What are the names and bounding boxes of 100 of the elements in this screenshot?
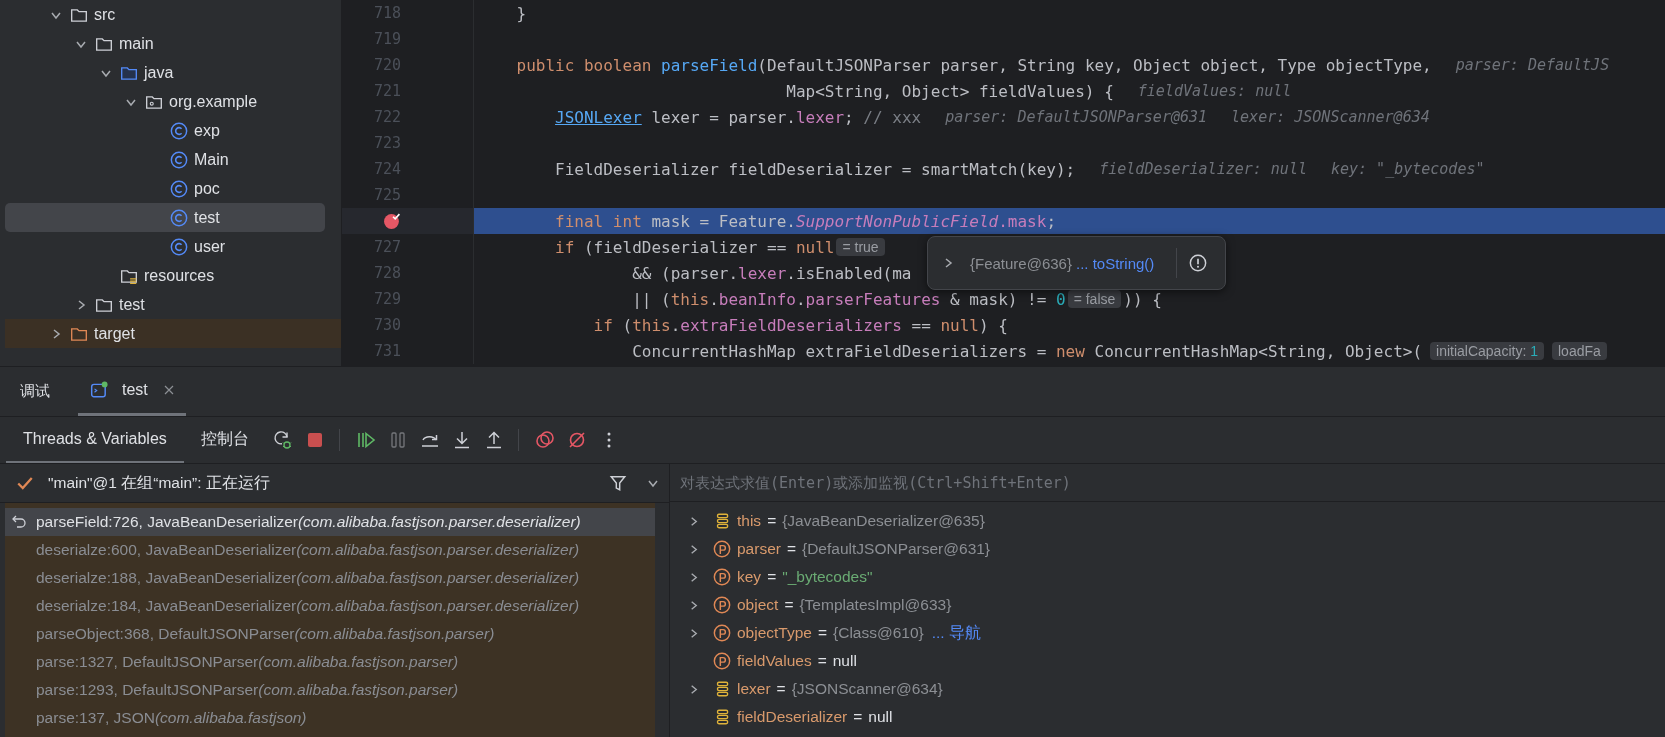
code-text: ConcurrentHashMap extraFieldDeserializers = new ConcurrentHashMap<String, Object>( <box>631 341 1423 361</box>
equals-sign: = <box>817 652 827 670</box>
tree-item[interactable]: Main <box>5 145 325 174</box>
variable-value: {DefaultJSONParser@631} <box>802 540 991 558</box>
inline-hint: fieldValues: null <box>1137 82 1292 100</box>
stack-frame[interactable]: parse:137, JSON(com.alibaba.fastjson) <box>5 704 655 732</box>
class-icon <box>170 208 188 227</box>
tree-item[interactable]: src <box>5 0 325 29</box>
parameter-icon <box>713 652 731 670</box>
panel-tab[interactable]: Threads & Variables <box>6 417 184 463</box>
chevron-right-icon[interactable] <box>688 627 699 639</box>
popup-value: {Feature@636} <box>970 254 1072 272</box>
variable-row[interactable]: objectType = {Class@610} ... 导航 <box>670 619 1665 647</box>
variable-value: null <box>868 708 893 726</box>
filter-icon[interactable] <box>609 474 627 492</box>
equals-sign: = <box>784 596 794 614</box>
thread-selector[interactable]: "main"@1 在组“main”: 正在运行 <box>48 472 609 494</box>
parameter-hint: initialCapacity: 1 <box>1430 342 1544 360</box>
equals-sign: = <box>853 708 863 726</box>
chevron-right-icon[interactable] <box>688 571 699 583</box>
variable-value: {JavaBeanDeserializer@635} <box>782 512 985 530</box>
variable-row[interactable]: this = {JavaBeanDeserializer@635} <box>670 507 1665 535</box>
to-string-link[interactable]: ... toString() <box>1075 254 1155 272</box>
tool-window-title: 调试 <box>20 382 50 401</box>
value-badge: = true <box>836 238 885 256</box>
code-text: JSONLexer lexer = parser.lexer; // xxx <box>554 107 922 127</box>
variable-name: key <box>737 568 762 586</box>
inline-hint: lexer: JSONScanner@634 <box>1231 108 1430 126</box>
tree-item[interactable]: org.example <box>5 87 325 116</box>
stack-frame[interactable]: parseField:726, JavaBeanDeserializer(com.alibaba.fastjson.parser.deserializer) <box>5 508 655 536</box>
parameter-icon <box>713 596 731 614</box>
debug-tab[interactable]: test <box>78 367 186 416</box>
chevron-right-icon[interactable] <box>688 515 699 527</box>
stack-frame[interactable]: deserialze:184, JavaBeanDeserializer(com.alibaba.fastjson.parser.deserializer) <box>5 592 655 620</box>
tree-item[interactable]: poc <box>5 174 325 203</box>
variable-row[interactable]: fieldDeserializer = null <box>670 703 1665 731</box>
tree-item[interactable]: user <box>5 232 325 261</box>
variable-name: lexer <box>737 680 771 698</box>
equals-sign: = <box>817 624 828 642</box>
chevron-right-icon[interactable] <box>688 543 699 555</box>
stack-frame[interactable]: parse:1327, DefaultJSONParser(com.alibaba.fastjson.parser) <box>5 648 655 676</box>
inline-hint: parser: DefaultJSONParser@631 <box>945 108 1208 126</box>
resume-icon[interactable] <box>355 430 376 450</box>
stack-frame[interactable]: deserialze:600, JavaBeanDeserializer(com.alibaba.fastjson.parser.deserializer) <box>5 536 655 564</box>
variable-row[interactable]: object = {TemplatesImpl@633} <box>670 591 1665 619</box>
variable-row[interactable]: key = "_bytecodes" <box>670 563 1665 591</box>
return-arrow-icon <box>11 514 27 530</box>
tree-item[interactable]: target <box>5 319 341 348</box>
code-text: } <box>515 3 527 23</box>
code-text: if (fieldDeserializer == null <box>554 237 835 257</box>
variable-value: null <box>832 652 857 670</box>
tree-item[interactable]: main <box>5 29 325 58</box>
parameter-icon <box>713 568 731 586</box>
tree-item[interactable]: exp <box>5 116 325 145</box>
stack-frame[interactable]: deserialze:188, JavaBeanDeserializer(com.alibaba.fastjson.parser.deserializer) <box>5 564 655 592</box>
equals-sign: = <box>776 680 786 698</box>
code-text: public boolean parseField(DefaultJSONParser parser, String key, Object object, Type objectType, <box>515 55 1432 75</box>
chevron-right-icon[interactable] <box>688 683 699 695</box>
code-text: final int mask = Feature.SupportNonPublicField.mask; <box>554 211 1056 231</box>
inline-hint: key: "_bytecodes" <box>1330 160 1485 178</box>
variable-row[interactable]: lexer = {JSONScanner@634} <box>670 675 1665 703</box>
code-text: )) { <box>1123 289 1162 309</box>
close-icon[interactable] <box>163 385 174 395</box>
code-text: || (this.beanInfo.parserFeatures & mask) != 0 <box>631 289 1066 309</box>
parameter-icon <box>713 540 731 558</box>
tree-item[interactable]: test <box>5 203 325 232</box>
code-text: Map<String, Object> fieldValues) { <box>785 81 1114 101</box>
rerun-icon[interactable] <box>272 430 293 450</box>
code-text: FieldDeserializer fieldDeserializer = smartMatch(key); <box>554 159 1076 179</box>
tree-item[interactable]: test <box>5 290 325 319</box>
navigate-link[interactable]: ... 导航 <box>931 622 981 644</box>
stack-frame[interactable]: parseObject:368, DefaultJSONParser(com.alibaba.fastjson.parser) <box>5 620 655 648</box>
breakpoint-icon[interactable] <box>383 212 401 230</box>
chevron-right-icon[interactable] <box>688 599 699 611</box>
panel-tab[interactable]: 控制台 <box>183 417 266 463</box>
code-text: if (this.extraFieldDeserializers == null) { <box>592 315 1008 335</box>
inline-hint: parser: DefaultJS <box>1455 56 1610 74</box>
class-icon <box>170 121 188 140</box>
tree-item[interactable]: resources <box>5 261 325 290</box>
variable-value: {JSONScanner@634} <box>791 680 943 698</box>
class-icon <box>170 150 188 169</box>
value-badge: = false <box>1067 290 1122 308</box>
parameter-hint: loadFa <box>1552 342 1607 360</box>
tree-item[interactable]: java <box>5 58 325 87</box>
info-icon[interactable] <box>1189 254 1208 272</box>
inline-hint: fieldDeserializer: null <box>1099 160 1307 178</box>
variable-value: "_bytecodes" <box>782 568 873 586</box>
equals-sign: = <box>767 512 777 530</box>
variable-name: fieldValues <box>737 652 812 670</box>
variable-row[interactable]: parser = {DefaultJSONParser@631} <box>670 535 1665 563</box>
variable-value: {TemplatesImpl@633} <box>799 596 952 614</box>
variable-name: parser <box>737 540 781 558</box>
stack-frame[interactable]: parse:1293, DefaultJSONParser(com.alibaba.fastjson.parser) <box>5 676 655 704</box>
parameter-icon <box>713 624 731 642</box>
window-icon <box>90 381 108 399</box>
variable-value: {Class@610} <box>833 624 924 642</box>
breakpoints-icon[interactable] <box>534 430 555 450</box>
variable-name: object <box>737 596 779 614</box>
variable-row[interactable]: fieldValues = null <box>670 647 1665 675</box>
code-text: && (parser.lexer.isEnabled(ma <box>631 263 912 283</box>
